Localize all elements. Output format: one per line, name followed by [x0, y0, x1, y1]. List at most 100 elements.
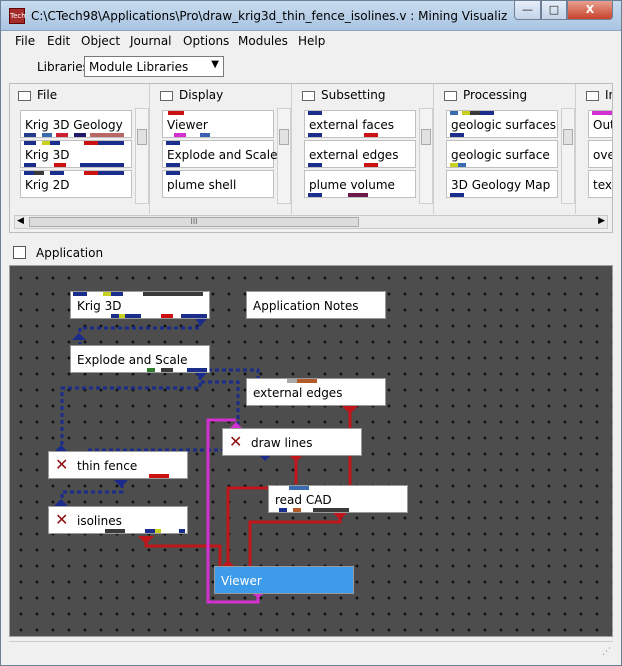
libraries-select[interactable]: Module Libraries ▼	[84, 56, 224, 77]
menu-options[interactable]: Options	[183, 34, 229, 48]
port-strip	[24, 163, 124, 167]
menu-modules[interactable]: Modules	[238, 34, 288, 48]
group-scrollbar[interactable]	[277, 108, 291, 204]
node-krig-3d[interactable]: Krig 3D	[70, 291, 210, 319]
node-isolines[interactable]: ✕ isolines	[48, 506, 188, 534]
node-read-cad[interactable]: read CAD	[268, 485, 408, 513]
scroll-thumb[interactable]	[279, 129, 289, 145]
maximize-button[interactable]: □	[541, 1, 567, 20]
port-strip	[287, 379, 317, 383]
palette-hscrollbar[interactable]: ◀ III ▶	[14, 215, 608, 229]
port-marker	[194, 318, 208, 325]
port-strip	[308, 193, 408, 197]
palette-group-processing: Processing geologic surfaces geologic su…	[440, 84, 576, 214]
port-marker	[72, 333, 86, 340]
group-header: Subsetting	[302, 88, 385, 106]
module-item[interactable]: external faces	[304, 110, 416, 138]
palette-group-file: File Krig 3D Geology Krig 3D Krig 2D	[14, 84, 150, 214]
node-viewer[interactable]: Viewer	[214, 566, 354, 594]
module-item[interactable]: plume volume	[304, 170, 416, 198]
module-item[interactable]: over	[588, 140, 612, 168]
menu-journal[interactable]: Journal	[130, 34, 172, 48]
wire-fence-isolines	[60, 484, 124, 502]
application-title: Application	[36, 246, 104, 260]
module-item[interactable]: geologic surfaces	[446, 110, 558, 138]
application-header: Application	[9, 243, 613, 263]
node-explode-and-scale[interactable]: Explode and Scale	[70, 345, 210, 373]
menu-bar: File Edit Object Journal Options Modules…	[1, 31, 621, 51]
scroll-thumb[interactable]	[563, 129, 573, 145]
module-item[interactable]: 3D Geology Map	[446, 170, 558, 198]
port-strip	[450, 133, 550, 137]
palette-group-subsetting: Subsetting external faces external edges…	[298, 84, 434, 214]
main-window: Tech C:\CTech98\Applications\Pro\draw_kr…	[0, 0, 622, 666]
palette-group-in: In Out over textu	[582, 84, 612, 214]
node-draw-lines[interactable]: ✕ draw lines	[222, 428, 362, 456]
module-palette: File Krig 3D Geology Krig 3D Krig 2D Dis…	[9, 83, 613, 233]
port-strip	[450, 193, 550, 197]
port-strip	[166, 111, 266, 115]
wire-explode-fence	[60, 376, 202, 448]
module-item[interactable]: Explode and Scale	[162, 140, 277, 168]
port-strip	[308, 163, 408, 167]
resize-grip-icon[interactable]: ⋰	[602, 647, 611, 657]
menu-help[interactable]: Help	[298, 34, 325, 48]
port-strip	[450, 163, 550, 167]
port-strip	[166, 133, 266, 137]
disabled-x-icon: ✕	[229, 432, 243, 451]
libraries-value: Module Libraries	[89, 60, 189, 74]
scroll-left-icon[interactable]: ◀	[17, 216, 24, 226]
module-item[interactable]: Out	[588, 110, 612, 138]
module-item[interactable]: Krig 3D	[20, 140, 132, 168]
node-external-edges[interactable]: external edges	[246, 378, 386, 406]
module-item[interactable]: external edges	[304, 140, 416, 168]
port-strip	[24, 141, 124, 145]
group-header: Display	[160, 88, 223, 106]
module-item[interactable]: plume shell	[162, 170, 274, 198]
menu-object[interactable]: Object	[81, 34, 120, 48]
scroll-thumb[interactable]	[421, 129, 431, 145]
app-icon: Tech	[9, 8, 26, 24]
menu-edit[interactable]: Edit	[47, 34, 70, 48]
minimize-button[interactable]: —	[514, 1, 541, 20]
network-canvas[interactable]: Krig 3D Application Notes Explode and Sc…	[9, 265, 613, 637]
module-item[interactable]: geologic surface	[446, 140, 558, 168]
module-item[interactable]: textu	[588, 170, 612, 198]
menu-file[interactable]: File	[15, 34, 35, 48]
node-thin-fence[interactable]: ✕ thin fence	[48, 451, 188, 479]
module-item[interactable]: Viewer	[162, 110, 274, 138]
scroll-thumb[interactable]	[137, 129, 147, 145]
port-marker	[342, 406, 358, 414]
wire-readcad-viewer	[248, 514, 342, 566]
port-marker	[138, 536, 154, 544]
group-scrollbar[interactable]	[561, 108, 575, 204]
port-strip	[308, 133, 408, 137]
port-strip	[450, 111, 550, 115]
scroll-thumb[interactable]: III	[29, 217, 359, 227]
port-strip	[24, 133, 124, 137]
module-item[interactable]: Krig 3D Geology	[20, 110, 132, 138]
port-strip	[289, 486, 309, 490]
wire-krig-explode	[78, 322, 202, 344]
close-button[interactable]: X	[567, 1, 613, 20]
port-strip	[111, 314, 207, 318]
folder-icon	[160, 90, 173, 101]
port-strip	[147, 368, 207, 372]
port-marker	[114, 480, 128, 487]
group-header: In	[586, 88, 612, 106]
port-marker	[332, 512, 348, 520]
port-strip	[73, 292, 203, 296]
port-strip	[105, 529, 185, 533]
port-strip	[149, 474, 169, 478]
scroll-right-icon[interactable]: ▶	[598, 216, 605, 226]
folder-icon	[586, 90, 599, 101]
title-bar[interactable]: Tech C:\CTech98\Applications\Pro\draw_kr…	[1, 1, 621, 31]
port-marker	[194, 372, 208, 379]
dropdown-arrow-icon: ▼	[211, 59, 219, 70]
disabled-x-icon: ✕	[55, 455, 69, 474]
group-scrollbar[interactable]	[419, 108, 433, 204]
node-application-notes[interactable]: Application Notes	[246, 291, 386, 319]
module-item[interactable]: Krig 2D	[20, 170, 132, 198]
port-strip	[279, 508, 349, 512]
group-scrollbar[interactable]	[135, 108, 149, 204]
